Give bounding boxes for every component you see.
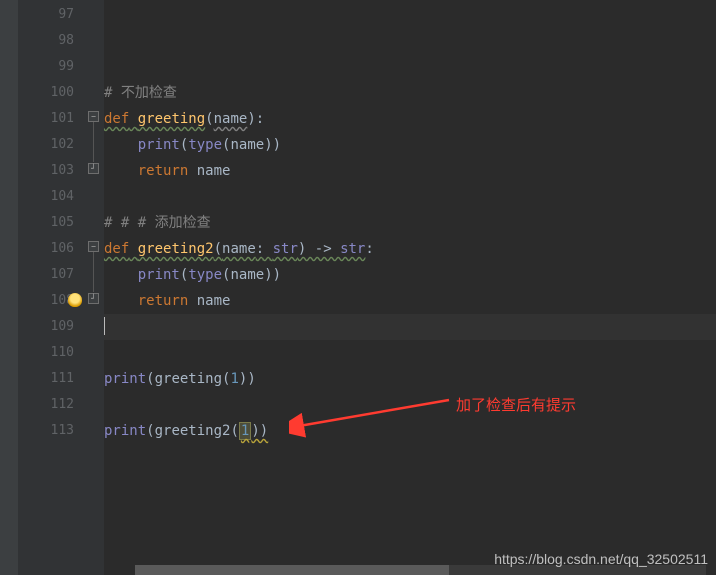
- line-number: 98: [18, 28, 86, 54]
- annotation-text: 加了检查后有提示: [456, 394, 576, 415]
- code-line[interactable]: def greeting(name):: [104, 106, 716, 132]
- scrollbar-thumb[interactable]: [135, 565, 449, 575]
- line-number: 101: [18, 106, 86, 132]
- code-line[interactable]: [104, 54, 716, 80]
- fold-collapse-icon[interactable]: −: [88, 111, 99, 122]
- code-line[interactable]: return name: [104, 158, 716, 184]
- line-number: 112: [18, 392, 86, 418]
- line-number: 110: [18, 340, 86, 366]
- line-number: 102: [18, 132, 86, 158]
- keyword-def: def: [104, 241, 129, 257]
- fold-collapse-icon[interactable]: −: [88, 241, 99, 252]
- line-number: 97: [18, 2, 86, 28]
- line-number-gutter: 97 98 99 100 101 102 103 104 105 106 107…: [18, 0, 86, 575]
- intention-bulb-icon[interactable]: [68, 293, 82, 307]
- code-area[interactable]: # 不加检查 def greeting(name): print(type(na…: [104, 0, 716, 575]
- code-line[interactable]: [104, 184, 716, 210]
- code-line[interactable]: print(type(name)): [104, 262, 716, 288]
- line-number: 99: [18, 54, 86, 80]
- fold-end-icon[interactable]: ┘: [88, 293, 99, 304]
- code-editor: 97 98 99 100 101 102 103 104 105 106 107…: [0, 0, 716, 575]
- line-number: 109: [18, 314, 86, 340]
- line-number: 100: [18, 80, 86, 106]
- fold-column: − ┘ − ┘: [86, 0, 104, 575]
- comment: # # # 添加检查: [104, 215, 211, 231]
- line-number: 106: [18, 236, 86, 262]
- keyword-return: return: [138, 163, 189, 179]
- code-line[interactable]: def greeting2(name: str) -> str:: [104, 236, 716, 262]
- keyword-def: def: [104, 111, 129, 127]
- line-number: 107: [18, 262, 86, 288]
- code-line[interactable]: [104, 2, 716, 28]
- code-line[interactable]: [104, 340, 716, 366]
- code-line[interactable]: [104, 28, 716, 54]
- code-line[interactable]: print(type(name)): [104, 132, 716, 158]
- code-line-active[interactable]: [104, 314, 716, 340]
- line-number: 113: [18, 418, 86, 444]
- line-number: 111: [18, 366, 86, 392]
- text-cursor: [104, 317, 105, 335]
- fold-end-icon[interactable]: ┘: [88, 163, 99, 174]
- function-name: greeting2: [138, 241, 214, 257]
- comment: # 不加检查: [104, 85, 177, 101]
- line-number: 105: [18, 210, 86, 236]
- project-stripe: [0, 0, 18, 575]
- code-line[interactable]: # # # 添加检查: [104, 210, 716, 236]
- annotation-arrow-icon: [289, 388, 459, 438]
- function-name: greeting: [138, 111, 205, 127]
- watermark: https://blog.csdn.net/qq_32502511: [494, 551, 708, 567]
- line-number: 104: [18, 184, 86, 210]
- builtin-type: type: [188, 137, 222, 153]
- type-warning-arg: 1: [239, 422, 251, 440]
- code-line[interactable]: return name: [104, 288, 716, 314]
- param: name: [214, 111, 248, 127]
- line-number: 103: [18, 158, 86, 184]
- builtin-print: print: [138, 137, 180, 153]
- code-line[interactable]: # 不加检查: [104, 80, 716, 106]
